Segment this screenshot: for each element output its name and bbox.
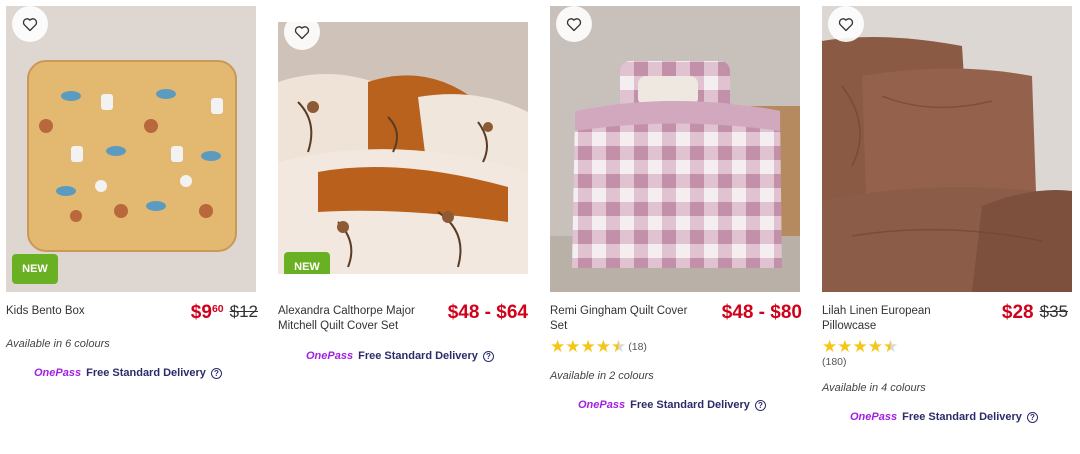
stars: ★ ★ ★ ★ ★	[822, 338, 898, 355]
price: $48 - $80	[722, 302, 802, 324]
colour-availability: Available in 6 colours	[6, 338, 110, 350]
question-circle-icon[interactable]: ?	[1026, 411, 1038, 423]
was-price: $12	[229, 302, 258, 321]
product-card[interactable]: NEW Kids Bento Box $960 $12 Available in…	[6, 0, 258, 454]
onepass-logo: OnePass	[578, 399, 626, 411]
product-card[interactable]: Remi Gingham Quilt Cover Set $48 - $80 ★…	[550, 0, 802, 454]
product-image[interactable]	[822, 6, 1072, 292]
star-rating[interactable]: ★ ★ ★ ★ ★ (180)	[822, 338, 898, 368]
current-price: $960	[190, 302, 224, 323]
heart-outline-icon	[838, 17, 854, 31]
new-badge: NEW	[284, 252, 330, 274]
product-name[interactable]: Alexandra Calthorpe Major Mitchell Quilt…	[278, 304, 428, 334]
star-icon: ★	[822, 337, 838, 356]
wishlist-button[interactable]	[12, 6, 48, 42]
onepass-delivery: OnePass Free Standard Delivery ?	[34, 367, 222, 379]
bento-box-image	[6, 6, 256, 292]
colour-availability: Available in 2 colours	[550, 370, 654, 382]
new-badge: NEW	[12, 254, 58, 284]
product-name[interactable]: Lilah Linen European Pillowcase	[822, 304, 952, 334]
star-half-icon: ★	[883, 337, 899, 356]
current-price: $48 - $64	[447, 302, 528, 323]
stars: ★ ★ ★ ★ ★	[550, 338, 626, 355]
star-icon: ★	[580, 337, 596, 356]
wishlist-button[interactable]	[284, 14, 320, 50]
heart-outline-icon	[22, 17, 38, 31]
product-image[interactable]: NEW	[278, 22, 528, 274]
gingham-quilt-image	[550, 6, 800, 292]
product-image[interactable]	[550, 6, 800, 292]
star-icon: ★	[595, 337, 611, 356]
heart-outline-icon	[294, 25, 310, 39]
current-price: $48 - $80	[721, 302, 802, 323]
product-name[interactable]: Remi Gingham Quilt Cover Set	[550, 304, 700, 334]
question-circle-icon[interactable]: ?	[210, 367, 222, 379]
price: $960 $12	[191, 302, 258, 324]
onepass-delivery: OnePass Free Standard Delivery ?	[306, 350, 494, 362]
delivery-text: Free Standard Delivery	[902, 411, 1022, 423]
wishlist-button[interactable]	[828, 6, 864, 42]
colour-availability: Available in 4 colours	[822, 382, 926, 394]
delivery-text: Free Standard Delivery	[358, 350, 478, 362]
was-price: $35	[1039, 302, 1068, 321]
star-icon: ★	[550, 337, 566, 356]
question-circle-icon[interactable]: ?	[482, 350, 494, 362]
onepass-logo: OnePass	[34, 367, 82, 379]
product-image[interactable]: NEW	[6, 6, 256, 292]
heart-outline-icon	[566, 17, 582, 31]
star-icon: ★	[867, 337, 883, 356]
linen-pillowcase-image	[822, 6, 1072, 292]
review-count[interactable]: (18)	[628, 341, 647, 353]
price: $48 - $64	[448, 302, 528, 324]
product-name[interactable]: Kids Bento Box	[6, 304, 166, 319]
star-icon: ★	[852, 337, 868, 356]
star-icon: ★	[565, 337, 581, 356]
star-rating[interactable]: ★ ★ ★ ★ ★ (18)	[550, 338, 647, 355]
star-icon: ★	[837, 337, 853, 356]
delivery-text: Free Standard Delivery	[630, 399, 750, 411]
star-half-icon: ★	[611, 337, 627, 356]
onepass-logo: OnePass	[850, 411, 898, 423]
product-card[interactable]: Lilah Linen European Pillowcase $28 $35 …	[822, 0, 1074, 454]
quilt-cover-image	[278, 22, 528, 274]
onepass-delivery: OnePass Free Standard Delivery ?	[850, 411, 1038, 423]
question-circle-icon[interactable]: ?	[754, 399, 766, 411]
price: $28 $35	[1002, 302, 1068, 324]
current-price: $28	[1001, 302, 1034, 323]
review-count[interactable]: (180)	[822, 356, 847, 368]
onepass-logo: OnePass	[306, 350, 354, 362]
delivery-text: Free Standard Delivery	[86, 367, 206, 379]
product-card[interactable]: NEW Alexandra Calthorpe Major Mitchell Q…	[278, 0, 530, 454]
onepass-delivery: OnePass Free Standard Delivery ?	[578, 399, 766, 411]
wishlist-button[interactable]	[556, 6, 592, 42]
